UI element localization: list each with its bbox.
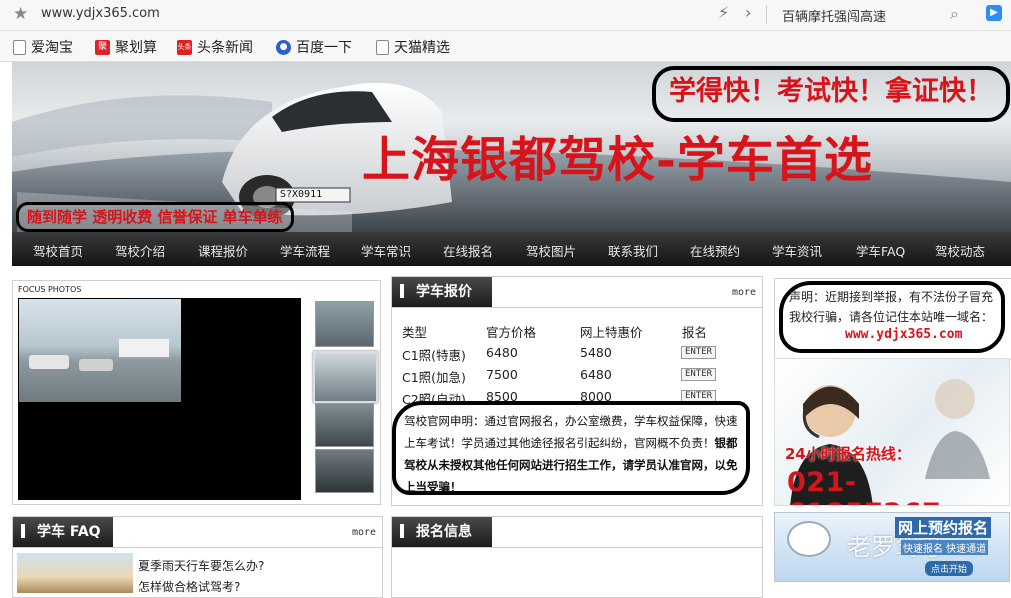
site-domain[interactable]: www.ydjx365.com [845, 327, 962, 342]
bookmarks-bar: 爱淘宝 聚 聚划算 头条 头条新闻 ● 百度一下 天猫精选 [0, 31, 1011, 62]
play-extension-icon[interactable]: ▶ [986, 5, 1002, 21]
pricing-header-type: 类型 [402, 325, 428, 340]
pricing-online: 5480 [580, 345, 612, 360]
bookmark-toutiao[interactable]: 头条 头条新闻 [177, 37, 253, 57]
online-signup-banner[interactable]: 老罗驾考 网上预约报名 快速报名 快速通道 点击开始 [774, 512, 1010, 582]
bookmark-juhuasuan[interactable]: 聚 聚划算 [95, 37, 157, 57]
banner-slogan-top: 学得快！考试快！拿证快！ [652, 66, 1010, 122]
declaration-text: 声明：近期接到举报，有不法份子冒充我校行骗，请各位记住本站唯一域名： [789, 290, 994, 324]
thumbnail-1[interactable] [315, 301, 374, 347]
pricing-more-link[interactable]: more [732, 287, 756, 298]
nav-faq[interactable]: 学车FAQ [856, 241, 905, 260]
thumbnail-3[interactable] [315, 403, 374, 447]
pricing-official: 7500 [486, 367, 518, 382]
enter-button[interactable]: ENTER [681, 368, 717, 381]
online-signup-subtitle: 快速报名 快速通道 [901, 540, 989, 555]
search-input[interactable]: 百辆摩托强闯高速 [782, 6, 942, 25]
lightning-icon[interactable]: ⚡ [718, 3, 729, 22]
focus-photos-label: FOCUS PHOTOS [18, 285, 82, 294]
search-icon[interactable]: ⌕ [950, 4, 959, 24]
hotline-label: 24小时报名热线： [785, 445, 911, 463]
pricing-title: 学车报价 [392, 277, 492, 307]
chevron-right-icon[interactable]: › [745, 3, 751, 22]
banner-slogan-bottom: 随到随学 透明收费 信誉保证 单车单练 [16, 202, 294, 232]
pricing-type: C1照(加急) [402, 370, 466, 385]
main-photo-frame [18, 298, 301, 500]
enter-button[interactable]: ENTER [681, 346, 717, 359]
signup-info-panel: 报名信息 [391, 516, 763, 598]
bookmark-star-icon[interactable]: ★ [13, 4, 28, 24]
pricing-header-online: 网上特惠价 [580, 325, 643, 340]
nav-home[interactable]: 驾校首页 [33, 241, 83, 260]
wechat-icon [787, 521, 831, 557]
main-photo[interactable] [19, 299, 181, 402]
faq-title: 学车 FAQ [13, 517, 113, 547]
pricing-type: C1照(特惠) [402, 348, 466, 363]
nav-photos[interactable]: 驾校图片 [526, 241, 576, 260]
faq-thumbnail [17, 553, 133, 593]
nav-pricing[interactable]: 课程报价 [198, 241, 248, 260]
page-icon [376, 39, 389, 55]
hotline-banner: 24小时报名热线： 021-61857267 [774, 358, 1010, 506]
nav-about[interactable]: 驾校介绍 [115, 241, 165, 260]
url-field[interactable]: www.ydjx365.com [41, 6, 441, 21]
signup-info-title: 报名信息 [392, 517, 492, 547]
nav-updates[interactable]: 驾校动态 [935, 241, 985, 260]
thumbnail-2[interactable] [313, 351, 378, 403]
bookmark-aitaobao[interactable]: 爱淘宝 [13, 37, 73, 57]
declaration-box: 声明：近期接到举报，有不法份子冒充我校行骗，请各位记住本站唯一域名： www.y… [774, 278, 1011, 360]
bookmark-baidu[interactable]: ● 百度一下 [276, 37, 352, 57]
toutiao-icon: 头条 [177, 39, 192, 55]
juhuasuan-icon: 聚 [95, 39, 110, 55]
bookmark-tianmao[interactable]: 天猫精选 [376, 37, 450, 57]
banner-title: 上海银都驾校-学车首选 [362, 132, 873, 188]
faq-panel: 学车 FAQ more 夏季雨天行车要怎么办? 怎样做合格试驾考? [12, 516, 383, 598]
baidu-paw-icon: ● [276, 39, 291, 55]
nav-news[interactable]: 学车资讯 [772, 241, 822, 260]
thumbnail-4[interactable] [315, 449, 374, 493]
start-button[interactable]: 点击开始 [925, 561, 974, 576]
faq-item[interactable]: 夏季雨天行车要怎么办? [138, 557, 264, 574]
page-icon [13, 39, 26, 55]
faq-more-link[interactable]: more [352, 527, 376, 538]
pricing-online: 6480 [580, 367, 612, 382]
hotline-number[interactable]: 021-61857267 [787, 467, 1009, 505]
nav-signup[interactable]: 在线报名 [443, 241, 493, 260]
focus-photos-panel: FOCUS PHOTOS [12, 280, 381, 505]
license-plate: S?X0911 [280, 189, 323, 200]
nav-process[interactable]: 学车流程 [280, 241, 330, 260]
notice-text: 驾校官网申明：通过官网报名，办公室缴费，学车权益保障，快速上车考试！学员通过其他… [404, 414, 738, 450]
nav-contact[interactable]: 联系我们 [608, 241, 658, 260]
pricing-header-official: 官方价格 [486, 325, 537, 340]
pricing-panel: 学车报价 more 类型 官方价格 网上特惠价 报名 C1照(特惠) 6480 … [391, 276, 763, 506]
main-nav: 驾校首页 驾校介绍 课程报价 学车流程 学车常识 在线报名 驾校图片 联系我们 … [12, 232, 1011, 266]
address-bar: ★ www.ydjx365.com ⚡ › 百辆摩托强闯高速 ⌕ ▶ [0, 0, 1011, 31]
pricing-header-signup: 报名 [682, 325, 708, 340]
banner: S?X0911 学得快！考试快！拿证快！ 上海银都驾校-学车首选 随到随学 透明… [12, 62, 1011, 232]
nav-booking[interactable]: 在线预约 [690, 241, 740, 260]
online-signup-title: 网上预约报名 [895, 517, 992, 538]
official-notice: 驾校官网申明：通过官网报名，办公室缴费，学车权益保障，快速上车考试！学员通过其他… [392, 401, 750, 495]
pricing-official: 6480 [486, 345, 518, 360]
nav-knowledge[interactable]: 学车常识 [361, 241, 411, 260]
